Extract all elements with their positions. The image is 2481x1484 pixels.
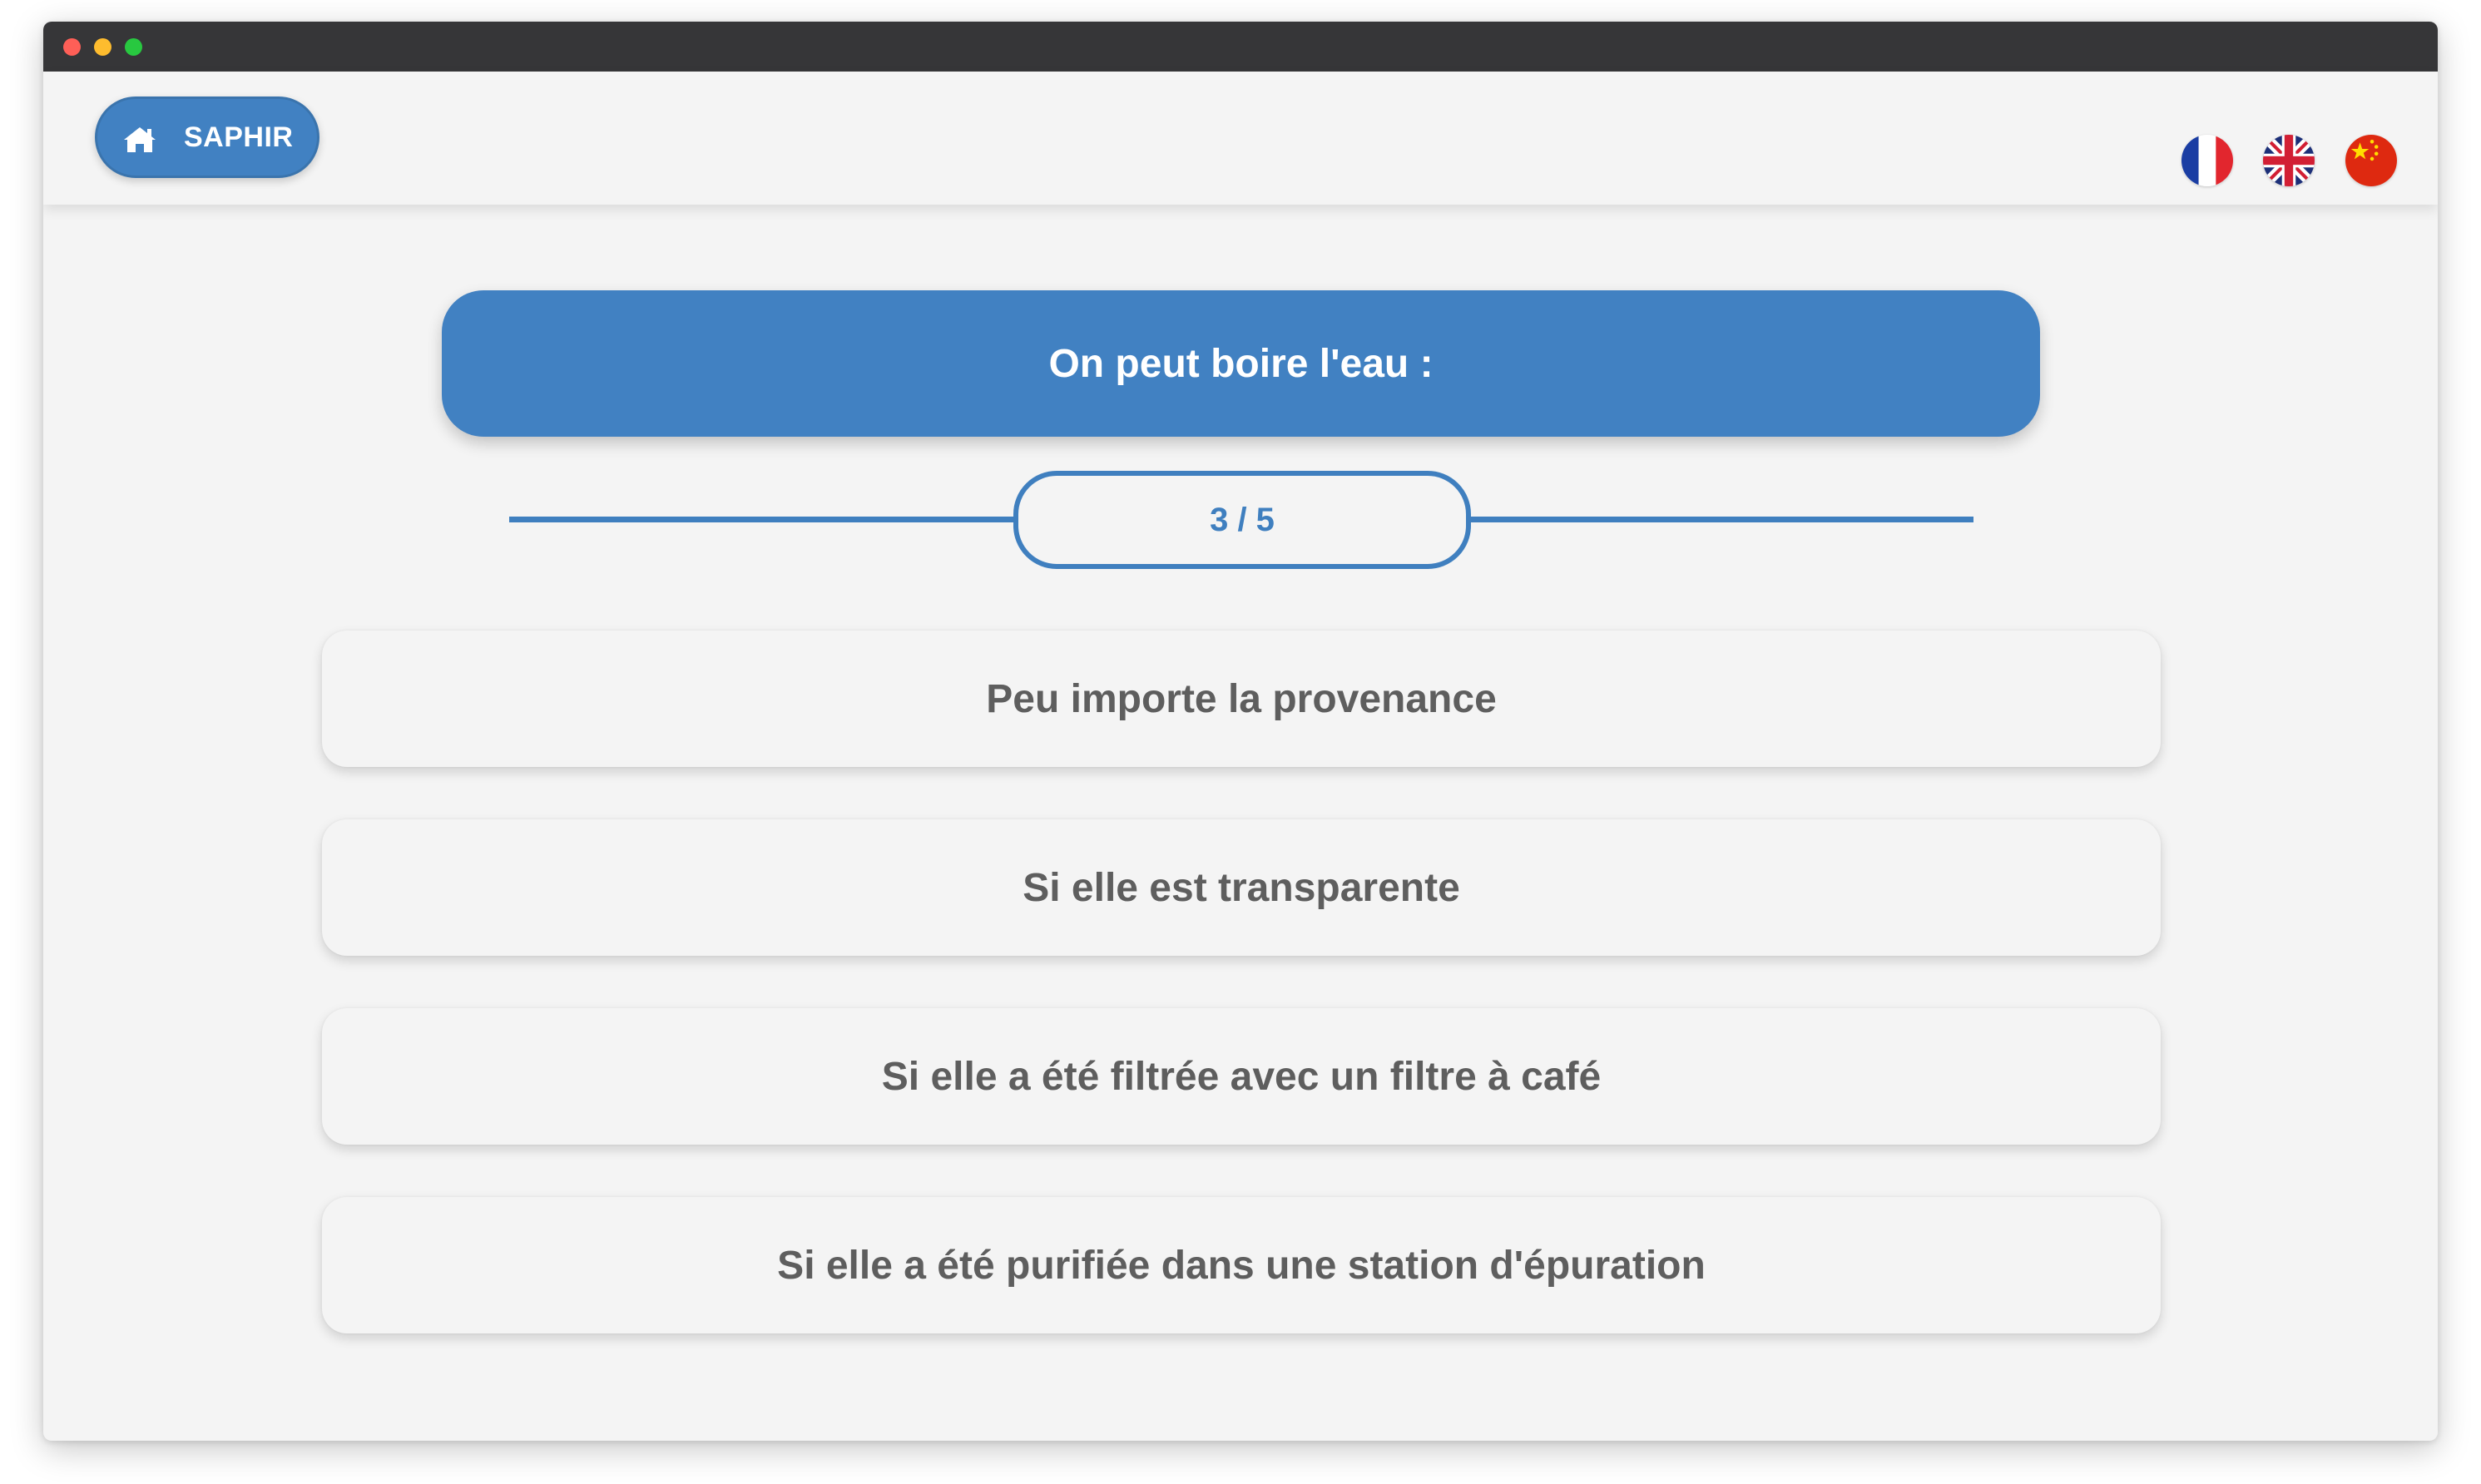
answer-option-2[interactable]: Si elle est transparente [322, 819, 2161, 956]
answer-label: Si elle a été filtrée avec un filtre à c… [881, 1054, 1602, 1099]
flag-china-icon[interactable] [2345, 135, 2397, 186]
window-titlebar [43, 22, 2438, 72]
top-navbar: SAPHIR [43, 72, 2438, 205]
progress-indicator: 3 / 5 [1013, 471, 1471, 569]
answer-option-3[interactable]: Si elle a été filtrée avec un filtre à c… [322, 1008, 2161, 1145]
answer-label: Si elle est transparente [1023, 865, 1460, 910]
question-text: On peut boire l'eau : [1048, 341, 1434, 386]
close-window-button[interactable] [63, 38, 81, 56]
answer-label: Peu importe la provenance [986, 676, 1497, 721]
home-icon [124, 127, 156, 152]
answer-option-4[interactable]: Si elle a été purifiée dans une station … [322, 1197, 2161, 1333]
minimize-window-button[interactable] [94, 38, 111, 56]
answer-option-1[interactable]: Peu importe la provenance [322, 631, 2161, 767]
maximize-window-button[interactable] [125, 38, 142, 56]
answer-label: Si elle a été purifiée dans une station … [777, 1243, 1706, 1288]
home-button[interactable]: SAPHIR [95, 96, 319, 178]
browser-window: SAPHIR On peut boire l'eau: 3 / 5 Peu i… [43, 22, 2438, 1441]
progress-counter: 3 / 5 [1210, 501, 1275, 538]
home-button-label: SAPHIR [184, 121, 294, 153]
question-banner: On peut boire l'eau : [442, 290, 2040, 437]
flag-uk-icon[interactable] [2263, 135, 2315, 186]
flag-france-icon[interactable] [2181, 135, 2233, 186]
